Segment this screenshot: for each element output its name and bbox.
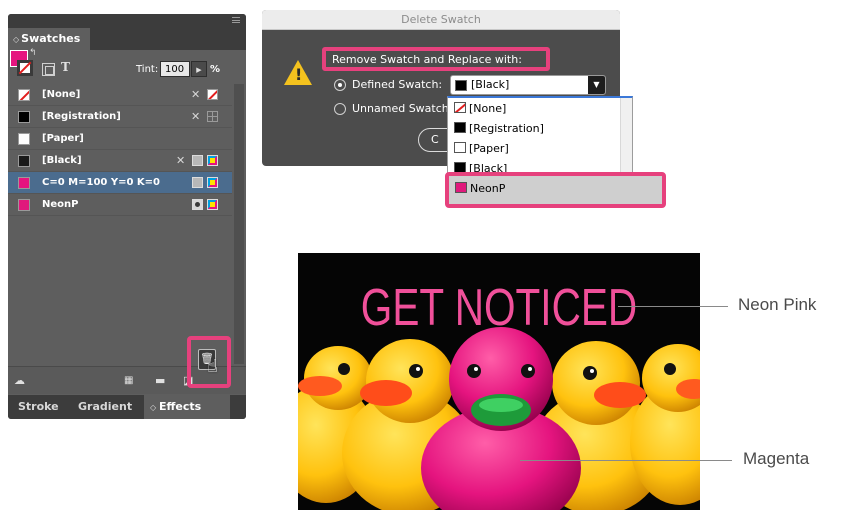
swatch-name: [Registration] <box>42 111 121 122</box>
panel-title-bar[interactable] <box>8 14 246 28</box>
none-swatch-icon <box>207 89 218 100</box>
swatch-name: [Black] <box>42 155 82 166</box>
swatch-name: C=0 M=100 Y=0 K=0 <box>42 177 160 188</box>
dropdown-item-label: [None] <box>469 102 507 115</box>
select-value: [Black] <box>471 78 510 91</box>
tab-effects-label: Effects <box>158 400 202 413</box>
non-editable-icon: ✕ <box>191 88 201 101</box>
hand-cursor-icon: ☝ <box>207 356 218 377</box>
defined-swatch-radio[interactable] <box>334 79 346 91</box>
tab-stroke[interactable]: Stroke <box>18 395 59 419</box>
tab-gradient[interactable]: Gradient <box>78 395 132 419</box>
swatch-chip-registration <box>18 111 30 123</box>
dropdown-item-label: NeonP <box>470 182 506 195</box>
swap-fill-stroke-icon[interactable]: ↰ <box>29 48 37 58</box>
swatch-name: [Paper] <box>42 133 84 144</box>
select-swatch-chip <box>455 80 467 91</box>
swatch-row-magenta[interactable]: C=0 M=100 Y=0 K=0 <box>8 172 232 194</box>
callout-neon-pink: Neon Pink <box>738 295 817 314</box>
callout-line-neon <box>618 306 728 307</box>
folder-icon[interactable]: ▬ <box>155 374 165 388</box>
non-editable-icon: ✕ <box>176 154 186 167</box>
swatch-chip <box>454 142 466 153</box>
swatch-chip <box>454 122 466 133</box>
warning-exclamation: ! <box>295 65 303 84</box>
swatch-select[interactable]: [Black] ▼ <box>450 75 606 95</box>
swatch-row-registration[interactable]: [Registration] ✕ <box>8 106 232 128</box>
non-editable-icon: ✕ <box>191 110 201 123</box>
bottom-tab-row: Stroke Gradient ◇ Effects <box>8 395 246 419</box>
unnamed-swatch-radio[interactable] <box>334 103 346 115</box>
cloud-icon[interactable]: ☁ <box>14 374 25 388</box>
process-color-icon <box>192 177 203 188</box>
collapse-arrows-icon: ◇ <box>150 403 159 412</box>
unnamed-swatch-label[interactable]: Unnamed Swatch <box>352 102 449 115</box>
fill-stroke-control[interactable]: ↰ <box>10 48 38 80</box>
swatch-chip-neonp <box>18 199 30 211</box>
replace-label: Remove Swatch and Replace with: <box>332 53 522 66</box>
swatch-row-none[interactable]: [None] ✕ <box>8 84 232 106</box>
swatch-chip-black <box>18 155 30 167</box>
swatch-chip <box>455 182 467 193</box>
dropdown-item-label: [Paper] <box>469 142 509 155</box>
defined-swatch-label[interactable]: Defined Swatch: <box>352 78 442 91</box>
swatch-name: NeonP <box>42 199 79 210</box>
callout-line-magenta <box>520 460 732 461</box>
ducks-photo: GET NOTICED <box>298 253 700 510</box>
tint-label: Tint: <box>136 64 159 75</box>
spot-color-icon <box>192 199 203 210</box>
formatting-container-icon[interactable] <box>42 63 55 76</box>
dropdown-item-none[interactable]: [None] <box>454 100 506 118</box>
panel-scrollbar[interactable] <box>234 84 244 364</box>
collapse-arrows-icon[interactable]: ◇ <box>13 35 19 44</box>
swatch-toolbar: ↰ T Tint: 100 ▶ % <box>8 48 246 84</box>
swatch-row-paper[interactable]: [Paper] <box>8 128 232 150</box>
cmyk-mode-icon <box>207 177 218 188</box>
tint-slider-arrow-icon[interactable]: ▶ <box>191 61 207 77</box>
registration-icon <box>207 111 218 122</box>
tab-effects[interactable]: ◇ Effects <box>144 395 230 419</box>
cmyk-mode-icon <box>207 199 218 210</box>
tab-swatches-label: Swatches <box>21 32 81 45</box>
chevron-down-icon[interactable]: ▼ <box>588 76 605 94</box>
tint-unit: % <box>210 64 221 75</box>
dropdown-item-neonp[interactable]: NeonP <box>455 181 505 197</box>
panel-tab-row: ◇ Swatches <box>8 28 246 50</box>
swatch-row-neonp[interactable]: NeonP <box>8 194 232 216</box>
swatch-chip-none <box>18 89 30 101</box>
dialog-title: Delete Swatch <box>262 10 620 30</box>
swatch-list: [None] ✕ [Registration] ✕ [Paper] [Black… <box>8 84 232 216</box>
dropdown-item-label: [Registration] <box>469 122 544 135</box>
panel-menu-icon[interactable] <box>232 17 240 23</box>
swatch-row-black[interactable]: [Black] ✕ <box>8 150 232 172</box>
dropdown-item-paper[interactable]: [Paper] <box>454 140 509 158</box>
tint-input[interactable]: 100 <box>160 61 190 77</box>
none-swatch-icon <box>454 102 466 113</box>
process-color-icon <box>192 155 203 166</box>
formatting-text-icon[interactable]: T <box>61 60 70 74</box>
swatch-chip-paper <box>18 133 30 145</box>
swatch-chip-magenta <box>18 177 30 189</box>
new-color-group-icon[interactable]: ▦ <box>124 374 133 388</box>
dropdown-item-registration[interactable]: [Registration] <box>454 120 544 138</box>
swatch-name: [None] <box>42 89 81 100</box>
callout-magenta: Magenta <box>743 449 810 468</box>
tab-swatches[interactable]: ◇ Swatches <box>8 28 90 50</box>
cmyk-mode-icon <box>207 155 218 166</box>
